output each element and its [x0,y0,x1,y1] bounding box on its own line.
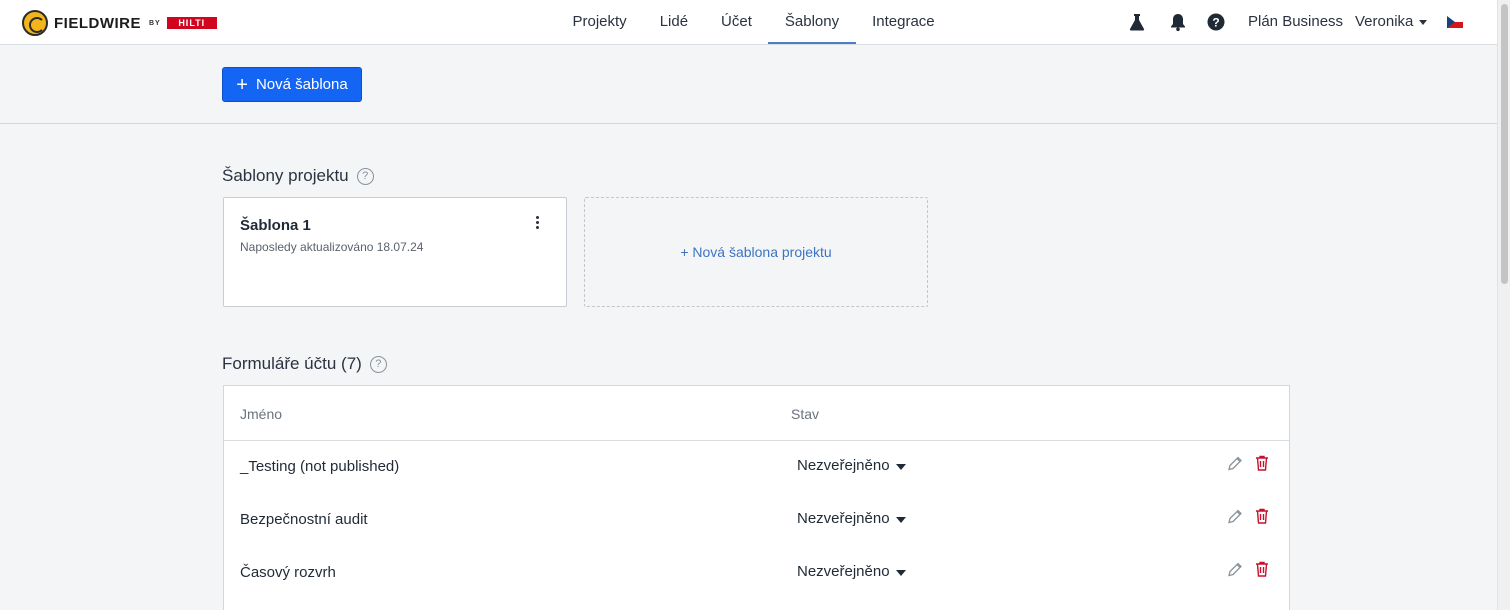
trash-icon[interactable] [1254,561,1270,578]
nav-ucet[interactable]: Účet [705,0,769,44]
nav-projekty[interactable]: Projekty [556,0,643,44]
nav-sablony[interactable]: Šablony [768,0,856,44]
chevron-down-icon [1419,20,1428,25]
kebab-menu-icon[interactable] [536,216,540,232]
form-name: _Testing (not published) [240,458,400,475]
edit-icon[interactable] [1227,455,1243,472]
help-icon[interactable]: ? [1206,12,1226,32]
user-menu[interactable]: Veronika [1355,13,1428,30]
status-dropdown[interactable]: Nezveřejněno [797,510,906,527]
template-card[interactable]: Šablona 1 Naposledy aktualizováno 18.07.… [223,197,567,307]
hilti-logo: HILTI [166,17,217,29]
template-card-updated: Naposledy aktualizováno 18.07.24 [240,240,424,254]
brand-by: BY [149,19,161,27]
account-forms-title: Formuláře účtu (7) ? [222,354,387,374]
status-value: Nezveřejněno [797,510,890,527]
row-actions [1227,508,1281,525]
caret-down-icon [895,463,906,470]
help-circle-icon[interactable]: ? [369,355,387,373]
project-templates-title: Šablony projektu ? [222,166,374,186]
page-scrollbar[interactable] [1497,0,1510,610]
row-actions [1227,561,1281,578]
fieldwire-logo-icon [22,10,48,36]
new-project-template-card[interactable]: + Nová šablona projektu [584,197,928,307]
table-header: Jméno Stav [224,386,1289,441]
nav-lide[interactable]: Lidé [643,0,704,44]
status-dropdown[interactable]: Nezveřejněno [797,457,906,474]
column-name-header[interactable]: Jméno [240,406,282,422]
template-card-title: Šablona 1 [240,217,311,234]
svg-text:?: ? [1212,16,1219,30]
scrollbar-thumb[interactable] [1501,4,1508,284]
czech-flag-icon[interactable] [1447,16,1463,28]
help-circle-icon[interactable]: ? [356,167,374,185]
nav-integrace[interactable]: Integrace [856,0,952,44]
status-value: Nezveřejněno [797,563,890,580]
main-nav: Projekty Lidé Účet Šablony Integrace [556,0,951,44]
trash-icon[interactable] [1254,455,1270,472]
fieldwire-logo[interactable]: FIELDWIRE BY HILTI [22,10,217,36]
status-dropdown[interactable]: Nezveřejněno [797,563,906,580]
column-status-header[interactable]: Stav [791,406,819,422]
caret-down-icon [895,516,906,523]
form-name: Bezpečnostní audit [240,511,368,528]
action-bar: + Nová šablona [0,45,1497,124]
plus-icon: + [236,73,248,96]
user-name: Veronika [1355,13,1414,30]
table-row[interactable]: Bezpečnostní audit Nezveřejněno [224,494,1289,547]
table-row[interactable]: Časový rozvrh Nezveřejněno [224,547,1289,600]
form-name: Časový rozvrh [240,564,336,581]
top-navbar: FIELDWIRE BY HILTI Projekty Lidé Účet Ša… [0,0,1497,45]
plan-label[interactable]: Plán Business [1248,13,1343,30]
status-value: Nezveřejněno [797,457,890,474]
brand-name: FIELDWIRE [54,14,141,32]
project-templates-heading: Šablony projektu [222,166,349,185]
new-template-button[interactable]: + Nová šablona [222,67,362,102]
edit-icon[interactable] [1227,561,1243,578]
account-forms-heading: Formuláře účtu (7) [222,354,362,373]
forms-table: Jméno Stav _Testing (not published) Nezv… [223,385,1290,610]
caret-down-icon [895,569,906,576]
trash-icon[interactable] [1254,508,1270,525]
row-actions [1227,455,1281,472]
bell-icon[interactable] [1168,12,1188,32]
edit-icon[interactable] [1227,508,1243,525]
table-row[interactable]: _Testing (not published) Nezveřejněno [224,441,1289,494]
new-template-label: Nová šablona [255,76,348,93]
flask-icon[interactable] [1127,12,1147,32]
